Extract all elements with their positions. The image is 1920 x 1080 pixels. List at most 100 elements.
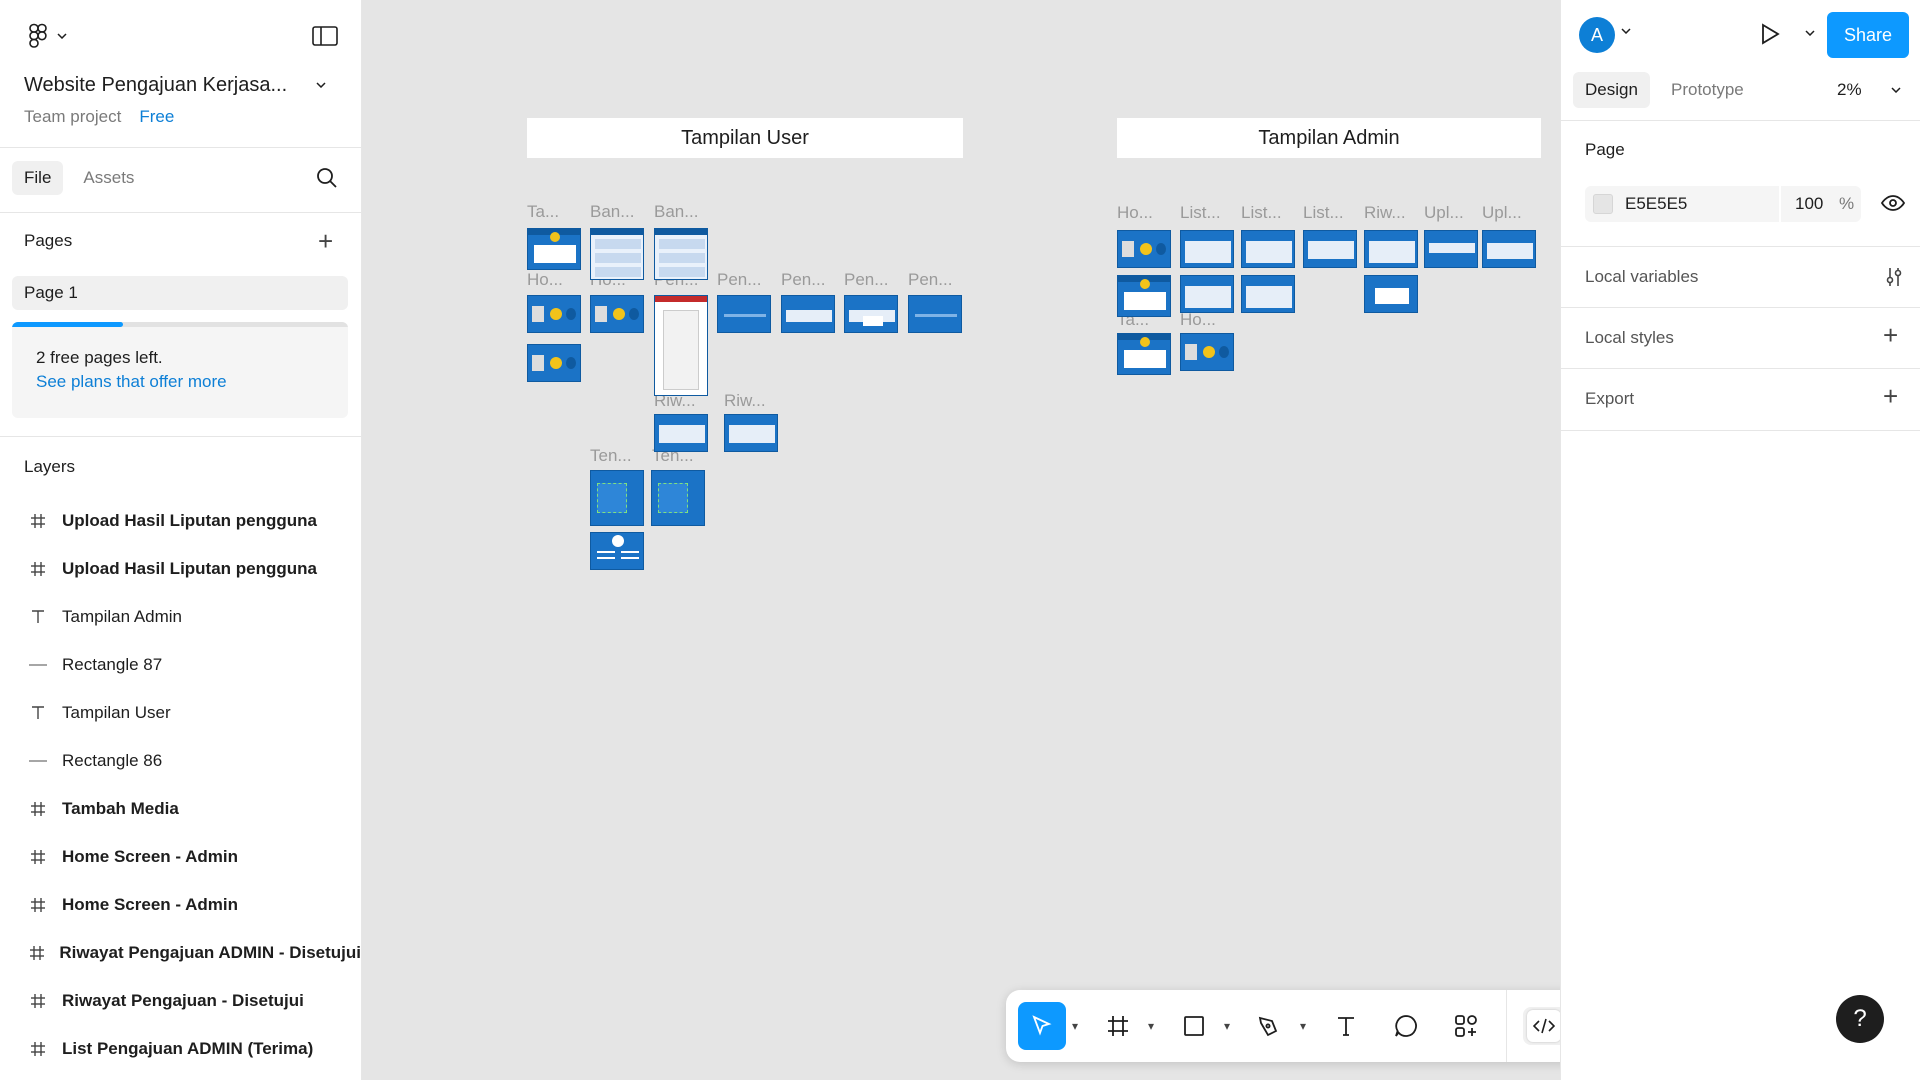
- tab-design[interactable]: Design: [1573, 72, 1650, 108]
- plan-badge[interactable]: Free: [139, 107, 174, 127]
- chevron-down-icon[interactable]: ▾: [1294, 1019, 1312, 1033]
- frame-label[interactable]: List...: [1180, 203, 1221, 223]
- bg-opacity-value[interactable]: 100: [1795, 194, 1823, 214]
- frame-thumbnail[interactable]: [590, 295, 644, 333]
- plans-link[interactable]: See plans that offer more: [36, 372, 227, 392]
- layer-item[interactable]: List Pengajuan ADMIN (Terima): [0, 1025, 361, 1073]
- frame-thumbnail[interactable]: [1303, 230, 1357, 268]
- frame-label[interactable]: List...: [1241, 203, 1282, 223]
- frame-label[interactable]: Upl...: [1482, 203, 1522, 223]
- layer-item[interactable]: Rectangle 86: [0, 737, 361, 785]
- chevron-down-icon[interactable]: [1891, 87, 1901, 93]
- frame-thumbnail[interactable]: [781, 295, 835, 333]
- share-button[interactable]: Share: [1827, 12, 1909, 58]
- frame-thumbnail[interactable]: [527, 295, 581, 333]
- add-style-icon[interactable]: +: [1883, 320, 1898, 351]
- add-export-icon[interactable]: +: [1883, 381, 1898, 412]
- file-title-row[interactable]: Website Pengajuan Kerjasa...: [0, 70, 361, 100]
- frame-thumbnail[interactable]: [654, 228, 708, 280]
- search-icon[interactable]: [316, 167, 338, 189]
- frame-thumbnail[interactable]: [1241, 230, 1295, 268]
- move-tool-icon[interactable]: [1018, 1002, 1066, 1050]
- pen-tool-icon[interactable]: [1246, 1002, 1294, 1050]
- tab-prototype[interactable]: Prototype: [1671, 72, 1744, 108]
- text-tool-icon[interactable]: [1322, 1002, 1370, 1050]
- frame-thumbnail[interactable]: [590, 470, 644, 526]
- frame-thumbnail[interactable]: [1180, 230, 1234, 268]
- frame-thumbnail[interactable]: [654, 414, 708, 452]
- layer-item[interactable]: Home Screen - Admin: [0, 881, 361, 929]
- frame-label[interactable]: Ho...: [1180, 310, 1216, 330]
- frame-thumbnail[interactable]: [651, 470, 705, 526]
- chevron-down-icon[interactable]: ▾: [1218, 1019, 1236, 1033]
- file-title[interactable]: Website Pengajuan Kerjasa...: [24, 74, 287, 97]
- frame-thumbnail[interactable]: [1364, 230, 1418, 268]
- frame-label[interactable]: Ho...: [527, 270, 563, 290]
- frame-thumbnail[interactable]: [724, 414, 778, 452]
- frame-thumbnail[interactable]: [590, 532, 644, 570]
- frame-thumbnail[interactable]: [527, 228, 581, 270]
- layer-item[interactable]: Riwayat Pengajuan ADMIN - Disetujui: [0, 929, 361, 977]
- chevron-down-icon[interactable]: [1805, 30, 1815, 36]
- chevron-down-icon[interactable]: ▾: [1142, 1019, 1160, 1033]
- frame-label[interactable]: Ban...: [590, 202, 634, 222]
- bg-hex-value[interactable]: E5E5E5: [1625, 194, 1687, 214]
- frame-thumbnail[interactable]: [717, 295, 771, 333]
- chevron-down-icon[interactable]: [1621, 28, 1631, 34]
- layer-item[interactable]: Rectangle 87: [0, 641, 361, 689]
- layer-item[interactable]: Tambah Media: [0, 785, 361, 833]
- layer-item[interactable]: Home Screen - Admin: [0, 833, 361, 881]
- zoom-level[interactable]: 2%: [1837, 72, 1862, 108]
- add-page-icon[interactable]: +: [318, 226, 333, 257]
- page-item-page-1[interactable]: Page 1: [12, 276, 348, 310]
- frame-thumbnail[interactable]: [1180, 275, 1234, 313]
- frame-thumbnail[interactable]: [590, 228, 644, 280]
- eye-icon[interactable]: [1881, 194, 1905, 212]
- chevron-down-icon[interactable]: [316, 82, 326, 88]
- play-icon[interactable]: [1759, 22, 1781, 46]
- tab-assets[interactable]: Assets: [71, 161, 146, 195]
- frame-label[interactable]: Pen...: [717, 270, 761, 290]
- frame-thumbnail[interactable]: [1482, 230, 1536, 268]
- chevron-down-icon[interactable]: ▾: [1066, 1019, 1084, 1033]
- comment-tool-icon[interactable]: [1382, 1002, 1430, 1050]
- variables-icon[interactable]: [1883, 266, 1905, 288]
- chevron-down-icon[interactable]: [54, 33, 70, 39]
- frame-label[interactable]: Pen...: [908, 270, 952, 290]
- rectangle-tool-icon[interactable]: [1170, 1002, 1218, 1050]
- layer-item[interactable]: Upload Hasil Liputan pengguna: [0, 545, 361, 593]
- layer-item[interactable]: Upload Hasil Liputan pengguna: [0, 497, 361, 545]
- avatar[interactable]: A: [1579, 17, 1615, 53]
- sidebar-toggle-icon[interactable]: [310, 21, 340, 51]
- frame-label[interactable]: Pen...: [844, 270, 888, 290]
- frame-thumbnail[interactable]: [1117, 333, 1171, 375]
- frame-label[interactable]: Riw...: [1364, 203, 1406, 223]
- frame-thumbnail[interactable]: [908, 295, 962, 333]
- frame-label[interactable]: Ta...: [527, 202, 559, 222]
- export-heading[interactable]: Export: [1585, 389, 1634, 409]
- frame-label[interactable]: Ho...: [1117, 203, 1153, 223]
- banner-tampilan-user[interactable]: Tampilan User: [527, 118, 963, 158]
- frame-label[interactable]: Upl...: [1424, 203, 1464, 223]
- frame-label[interactable]: List...: [1303, 203, 1344, 223]
- frame-label[interactable]: Pen...: [781, 270, 825, 290]
- frame-tool-icon[interactable]: [1094, 1002, 1142, 1050]
- frame-thumbnail[interactable]: [1241, 275, 1295, 313]
- help-button[interactable]: ?: [1836, 995, 1884, 1043]
- figma-logo-icon[interactable]: [24, 21, 54, 51]
- banner-tampilan-admin[interactable]: Tampilan Admin: [1117, 118, 1541, 158]
- design-canvas[interactable]: Tampilan User Tampilan Admin Ta... Ban..…: [362, 0, 1560, 1080]
- frame-thumbnail[interactable]: [1424, 230, 1478, 268]
- frame-thumbnail[interactable]: [654, 295, 708, 396]
- frame-thumbnail[interactable]: [1180, 333, 1234, 371]
- page-background-field[interactable]: E5E5E5 100 %: [1585, 186, 1861, 222]
- frame-thumbnail[interactable]: [844, 295, 898, 333]
- layer-item[interactable]: Tampilan User: [0, 689, 361, 737]
- frame-thumbnail[interactable]: [527, 344, 581, 382]
- layer-item[interactable]: Riwayat Pengajuan - Disetujui: [0, 977, 361, 1025]
- frame-thumbnail[interactable]: [1117, 275, 1171, 317]
- frame-label[interactable]: Ten...: [590, 446, 632, 466]
- frame-label[interactable]: Riw...: [724, 391, 766, 411]
- local-styles-heading[interactable]: Local styles: [1585, 328, 1674, 348]
- local-variables-heading[interactable]: Local variables: [1585, 267, 1698, 287]
